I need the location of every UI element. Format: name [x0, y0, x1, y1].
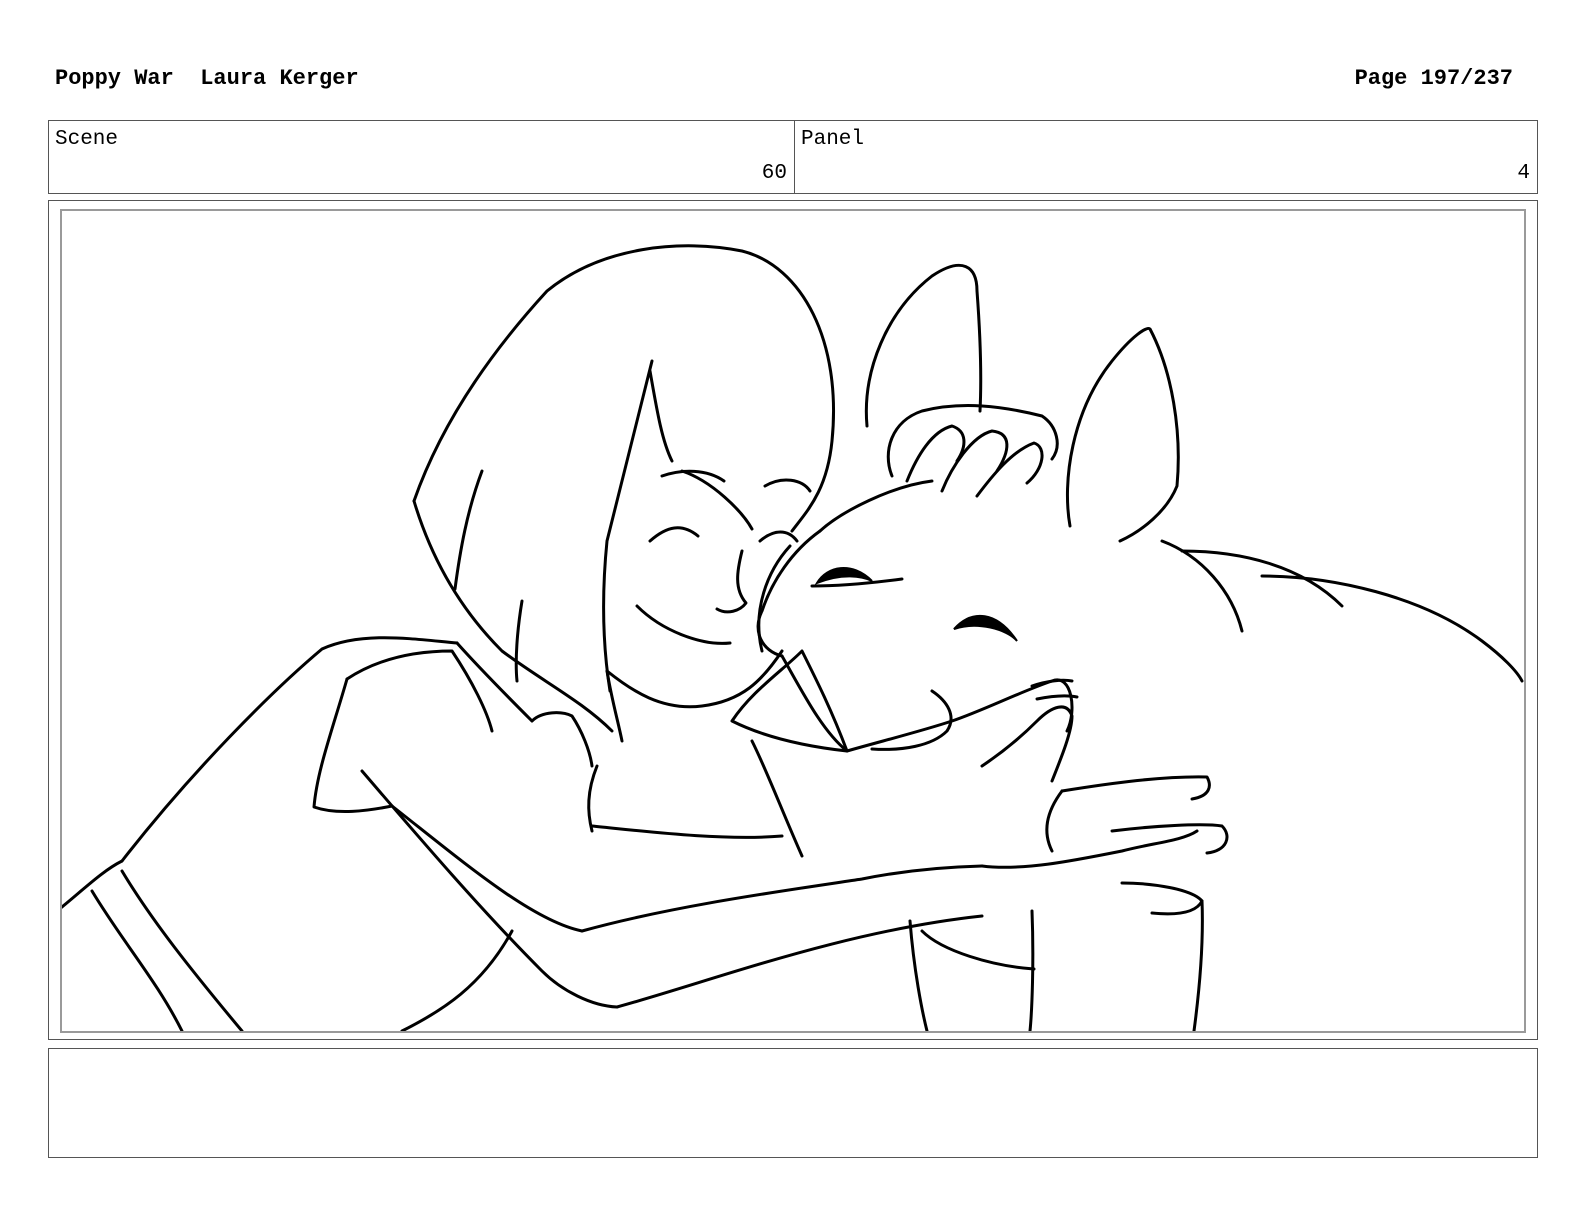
scene-panel-info: Scene 60 Panel 4 — [48, 120, 1538, 194]
pig-eye-left — [814, 567, 873, 586]
hair-left-side — [412, 499, 614, 733]
finger-3 — [1120, 881, 1204, 916]
scene-label: Scene — [55, 128, 119, 151]
collar-2 — [530, 711, 594, 768]
panel-cell: Panel 4 — [795, 121, 1537, 193]
hair-bangs — [602, 359, 654, 693]
project-title: Poppy War — [55, 66, 174, 91]
finger-1 — [1060, 775, 1211, 801]
body-torso — [62, 859, 124, 909]
collar — [455, 641, 534, 723]
face-cheek — [757, 544, 792, 653]
page-counter: Page 197/237 — [1354, 66, 1513, 91]
sketch-drawing — [62, 244, 1524, 1031]
pig-ear-right — [1065, 327, 1180, 543]
arm-lower — [615, 914, 984, 1009]
knuckle — [1045, 789, 1064, 853]
document-title: Poppy War Laura Kerger — [55, 66, 359, 91]
left-eye — [648, 526, 700, 543]
brow-line — [680, 469, 754, 531]
hair-strand-1 — [648, 369, 674, 463]
pig-face-left — [756, 529, 822, 658]
pig-snout-chin — [780, 654, 849, 753]
right-eye — [758, 530, 799, 543]
author-name: Laura Kerger — [200, 66, 359, 91]
chest-line — [587, 764, 599, 833]
head-finger-1 — [905, 424, 966, 483]
hair-strand-2 — [453, 469, 484, 591]
panel-label: Panel — [801, 128, 865, 151]
torso-stripe-2 — [120, 869, 244, 1031]
head-finger-3 — [975, 441, 1044, 498]
forearm-top — [580, 864, 984, 933]
face-contour — [605, 649, 784, 709]
pig-leg-right — [1028, 909, 1035, 1031]
pig-leg-left — [908, 919, 929, 1031]
pig-back-3 — [1260, 574, 1524, 683]
shirt-fold-2 — [750, 739, 804, 858]
thumb — [980, 705, 1074, 783]
pig-snout-tip — [730, 649, 849, 753]
pig-leg-far — [1192, 899, 1204, 1031]
pig-ear-left — [864, 263, 983, 428]
arm-upper — [360, 769, 619, 1009]
storyboard-image — [60, 209, 1526, 1033]
pig-head-top — [818, 479, 934, 533]
hair-strand-3 — [514, 599, 524, 683]
pig-eye-right — [953, 614, 1018, 642]
notes-area — [48, 1048, 1538, 1158]
scene-number: 60 — [761, 162, 787, 185]
hand-palm — [980, 829, 1199, 869]
head-finger-2 — [940, 429, 1009, 493]
right-brow — [763, 478, 812, 493]
scene-cell: Scene 60 — [49, 121, 795, 193]
shoulder — [120, 636, 459, 863]
nose — [715, 549, 748, 614]
shirt-fold — [590, 824, 784, 839]
pig-leg-cuff — [920, 929, 1036, 971]
storyboard-frame — [48, 200, 1538, 1040]
panel-number: 4 — [1517, 162, 1530, 185]
mouth — [635, 604, 732, 645]
body-lower — [400, 929, 514, 1031]
torso-stripe-1 — [90, 889, 184, 1031]
sleeve-top — [345, 649, 494, 733]
pig-jaw — [845, 678, 1074, 753]
